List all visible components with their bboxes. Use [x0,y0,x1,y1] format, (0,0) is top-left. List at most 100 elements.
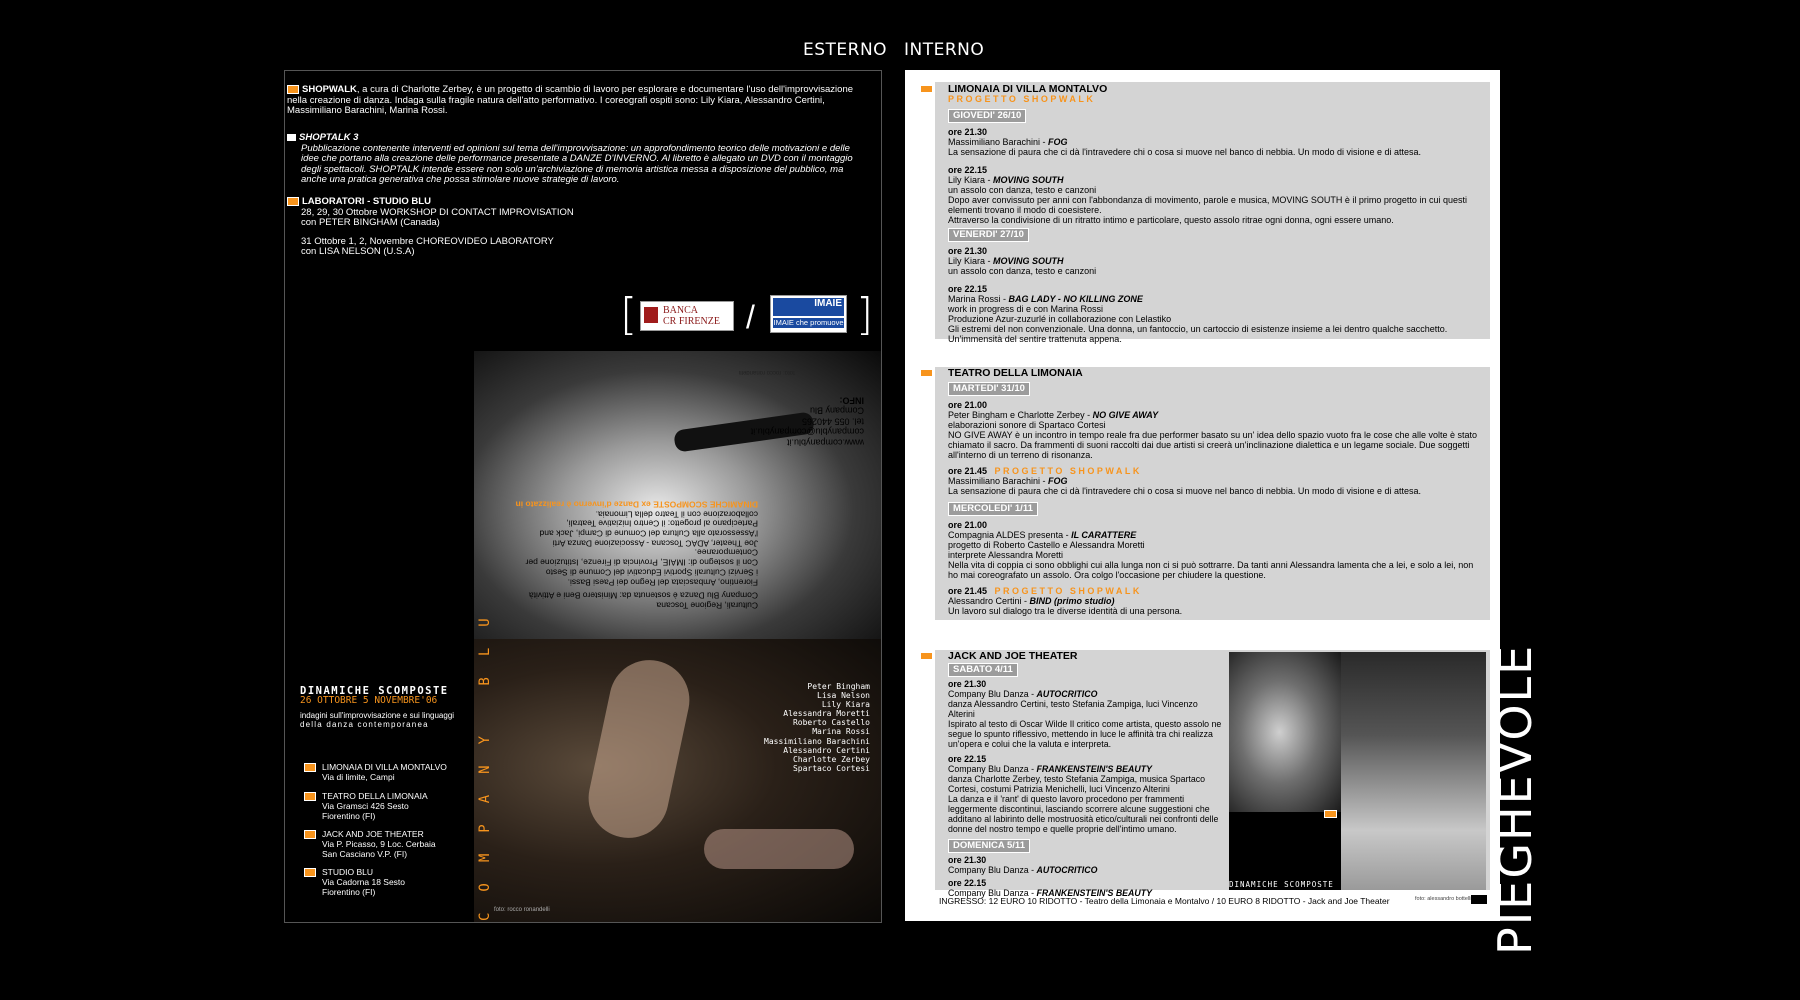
partners-line: Contemporanee. [694,548,758,559]
bank-line-1: BANCA [663,305,699,316]
artist: Massimiliano Barachini - [948,137,1049,147]
white-bullet-icon [287,133,296,141]
section-3-content: JACK AND JOE THEATER SABATO 4/11 ore 21.… [948,651,1226,898]
header-interno: INTERNO [904,40,985,60]
work-description: elaborazioni sonore di Spartaco Cortesi [948,420,1106,430]
performer-name: Marina Rossi [812,727,870,737]
work-description: Un lavoro sul dialogo tra le diverse ide… [948,606,1183,616]
venue-item: JACK AND JOE THEATER Via P. Picasso, 9 Lo… [304,829,436,859]
work-title: NO GIVE AWAY [1092,410,1159,420]
work-description: un assolo con danza, testo e canzoni [948,185,1097,195]
work-description: Dopo aver convissuto per anni con l'abbo… [948,195,1467,215]
work-title: MOVING SOUTH [993,256,1064,266]
bracket-close: ] [856,289,874,340]
info-tel: tel. 055 440265 [801,416,864,427]
section-title: JACK AND JOE THEATER [948,650,1078,662]
info-block: www.companyblu.it companyblu@companyblu.… [750,395,865,448]
work-description: La sensazione di paura che ci dà l'intra… [948,486,1422,496]
info-company: Company Blu [809,406,864,416]
partners-line: Fiorentino, Ambasciata del Regno dei Pae… [567,577,758,588]
work-title: FRANKENSTEIN'S BEAUTY [1036,764,1152,774]
lab-1-teacher: con PETER BINGHAM (Canada) [301,217,440,229]
venue-item: LIMONAIA DI VILLA MONTALVO Via di limite,… [304,762,447,782]
venue-address: Via P. Picasso, 9 Loc. Cerbaia [322,839,436,849]
partners-line: i Servizi Culturali Sportivi Educativi d… [545,567,758,578]
section-marker-icon [920,369,933,377]
orange-bullet-icon [287,197,299,206]
shoptalk-text: Pubblicazione contenente interventi ed o… [301,142,853,185]
sponsor-logos: [ BANCA CR FIRENZE / IMAIE IMAIE che prom… [620,289,874,341]
artist: Peter Bingham e Charlotte Zerbey - [948,410,1093,420]
time: ore 22.15 [948,878,987,888]
venue-city: Fiorentino (FI) [322,887,376,897]
artist: Company Blu Danza - [948,689,1037,699]
artist: Marina Rossi - [948,294,1009,304]
shopwalk-block: SHOPWALK, a cura di Charlotte Zerbey, è … [287,84,857,117]
orange-bullet-icon [304,830,316,839]
time: ore 21.30 [948,246,988,256]
partners-line: l'Assessorato alla Cultura del Comune di… [539,528,758,539]
artist: Lily Kiara - [948,256,994,266]
imaie-logo: IMAIE IMAIE che promuove [770,295,847,333]
venue-name: STUDIO BLU [322,867,374,877]
foto-credit: foto: alessandro bottelli [1415,896,1472,902]
time: ore 21.45 [948,586,988,596]
work-description: Nella vita di coppia ci sono obblighi cu… [948,560,1474,580]
header-esterno: ESTERNO [803,40,888,60]
photo-marker-icon [1324,810,1337,818]
shoptalk-title: SHOPTALK 3 [299,132,359,143]
partners-line: Partecipano al progetto: il Centro Inizi… [566,519,758,530]
day-badge: MARTEDI' 31/10 [948,382,1030,396]
partners-title: DINAMICHE SCOMPOSTE ex Danze d'inverno è… [515,499,758,510]
shoptalk-block: SHOPTALK 3 Pubblicazione contenente inte… [287,132,869,186]
laboratori-title: LABORATORI - STUDIO BLU [302,196,431,208]
bank-seal-icon [644,307,658,323]
work-description: danza Alessandro Certini, testo Stefania… [948,699,1198,719]
work-description: Gli estremi del non convenzionale. Una d… [948,324,1448,334]
work-description: Produzione Azur-zuzurlé in collaborazion… [948,314,1172,324]
section-title: LIMONAIA DI VILLA MONTALVO [948,83,1108,95]
time: ore 21.45 [948,466,988,476]
venue-city: San Casciano V.P. (FI) [322,849,408,859]
artist: Lily Kiara - [948,175,994,185]
pieghevole-label: PIEGHEVOLE [1488,643,1542,955]
performer-name: Charlotte Zerbey [792,754,870,764]
work-title: FOG [1048,476,1068,486]
work-description: un assolo con danza, testo e canzoni [948,266,1097,276]
work-title: IL CARATTERE [1071,530,1137,540]
time: ore 22.15 [948,165,988,175]
venue-city: Fiorentino (FI) [322,811,376,821]
time: ore 21.30 [948,855,987,865]
time: ore 21.30 [948,127,988,137]
esterno-panel: SHOPWALK, a cura di Charlotte Zerbey, è … [284,70,882,923]
partners-line: Con il sostegno di: IMAIE, Provincia di … [525,557,758,568]
info-title: INFO: [839,395,865,406]
orange-bullet-icon [287,85,299,94]
work-title: BIND (primo studio) [1029,596,1115,606]
work-description: Un'immensità del sentire trattenuta appe… [948,334,1122,344]
time: ore 21.00 [948,400,988,410]
orange-bullet-icon [304,763,316,772]
work-title: AUTOCRITICO [1036,689,1098,699]
info-email: companyblu@companyblu.it [750,427,864,437]
artist: Company Blu Danza - [948,764,1037,774]
venue-address: Via Gramsci 426 Sesto [322,801,409,811]
foto-credit-bottom: foto: rocco ronandelli [494,907,550,913]
laboratori-block: LABORATORI - STUDIO BLU 28, 29, 30 Ottob… [287,196,847,258]
event-date: 26 OTTOBRE 5 NOVEMBRE'06 [300,695,438,706]
work-description: danza Charlotte Zerbey, testo Stefania Z… [948,774,1206,794]
work-description: Attraverso la condivisione di un ritratt… [948,215,1394,225]
partners-line: Joe Theater, ADAC Toscana - Associazione… [552,538,758,549]
lab-2-teacher: con LISA NELSON (U.S.A) [301,246,415,258]
venue-item: TEATRO DELLA LIMONAIA Via Gramsci 426 Ses… [304,791,428,821]
bracket-open: [ [620,289,638,340]
foto-credit-top: foto: rocco ronandelli [739,369,795,375]
banca-cr-firenze-logo: BANCA CR FIRENZE [640,301,734,331]
venue-name: TEATRO DELLA LIMONAIA [322,791,428,801]
section-subtitle: PROGETTO SHOPWALK [948,94,1096,104]
performer-name: Roberto Castello [792,718,870,728]
day-badge: DOMENICA 5/11 [948,839,1030,853]
interno-panel: LIMONAIA DI VILLA MONTALVO PROGETTO SHOP… [905,70,1500,921]
work-description: work in progress di e con Marina Rossi [948,304,1104,314]
artist: Company Blu Danza - [948,865,1037,875]
